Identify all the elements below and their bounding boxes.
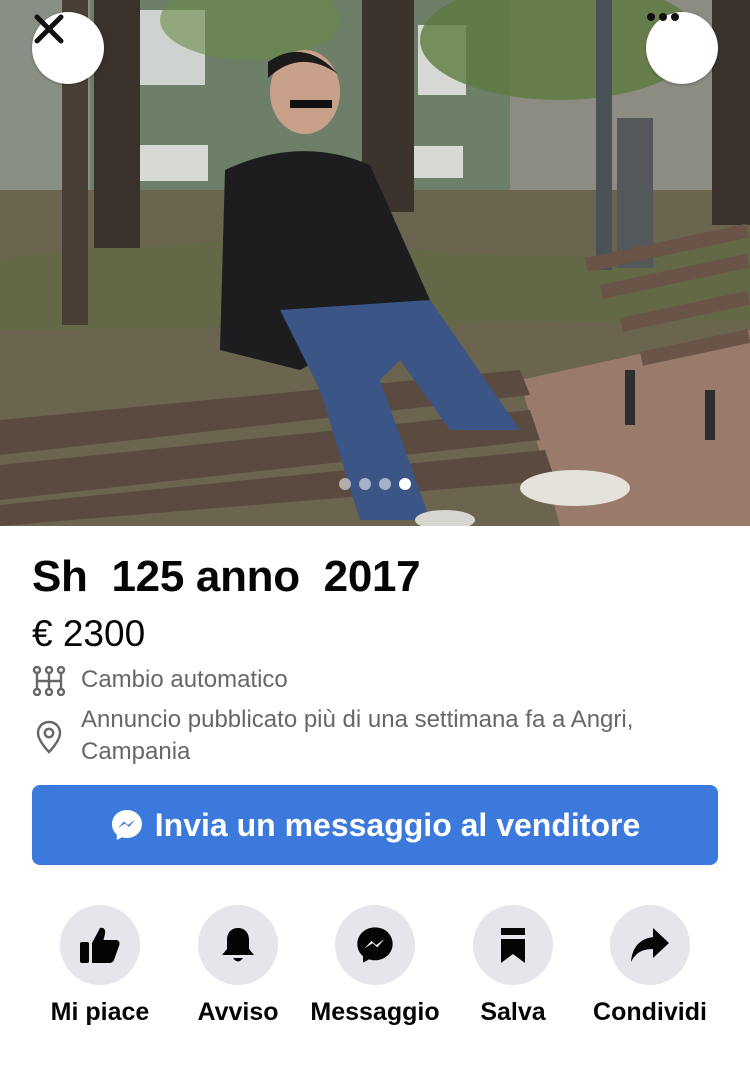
save-circle[interactable] <box>473 905 553 985</box>
messenger-icon <box>357 927 393 963</box>
share-label: Condividi <box>593 998 707 1026</box>
message-seller-button[interactable]: Invia un messaggio al venditore <box>32 785 718 865</box>
action-bar: Mi piace Avviso Messaggio Salva Condivid… <box>32 905 718 1065</box>
messenger-icon <box>111 810 142 840</box>
transmission-row: Cambio automatico <box>32 664 721 698</box>
pagination-dot[interactable] <box>379 478 391 490</box>
message-circle[interactable] <box>335 905 415 985</box>
close-icon <box>34 14 64 44</box>
share-circle[interactable] <box>610 905 690 985</box>
listing-photo-image <box>0 0 750 526</box>
transmission-text: Cambio automatico <box>81 666 288 693</box>
bookmark-icon <box>501 928 525 963</box>
listing-price: € 2300 <box>32 613 146 654</box>
bell-icon <box>222 928 254 962</box>
alert-button[interactable]: Avviso <box>168 905 308 1028</box>
more-dots-icon <box>647 13 679 21</box>
save-label: Salva <box>480 998 546 1026</box>
thumbs-up-icon <box>80 927 120 963</box>
close-button[interactable] <box>32 12 104 84</box>
location-text: Annuncio pubblicato più di una settimana… <box>81 706 634 765</box>
message-label: Messaggio <box>310 998 440 1026</box>
share-icon <box>631 928 669 962</box>
location-pin-icon <box>32 720 66 754</box>
gearbox-icon <box>32 664 66 698</box>
message-button[interactable]: Messaggio <box>305 905 445 1028</box>
alert-label: Avviso <box>197 998 279 1026</box>
listing-title: Sh 125 anno 2017 <box>32 552 421 601</box>
message-seller-label: Invia un messaggio al venditore <box>154 806 641 843</box>
like-button[interactable]: Mi piace <box>30 905 170 1028</box>
pagination-dot[interactable] <box>359 478 371 490</box>
pagination-dot-active[interactable] <box>399 478 411 490</box>
alert-circle[interactable] <box>198 905 278 985</box>
photo-pagination <box>339 478 411 490</box>
save-button[interactable]: Salva <box>443 905 583 1028</box>
share-button[interactable]: Condividi <box>570 905 730 1028</box>
like-label: Mi piace <box>50 998 150 1026</box>
like-circle[interactable] <box>60 905 140 985</box>
location-row: Annuncio pubblicato più di una settimana… <box>32 704 721 768</box>
listing-photo[interactable] <box>0 0 750 526</box>
more-options-button[interactable] <box>646 12 718 84</box>
pagination-dot[interactable] <box>339 478 351 490</box>
